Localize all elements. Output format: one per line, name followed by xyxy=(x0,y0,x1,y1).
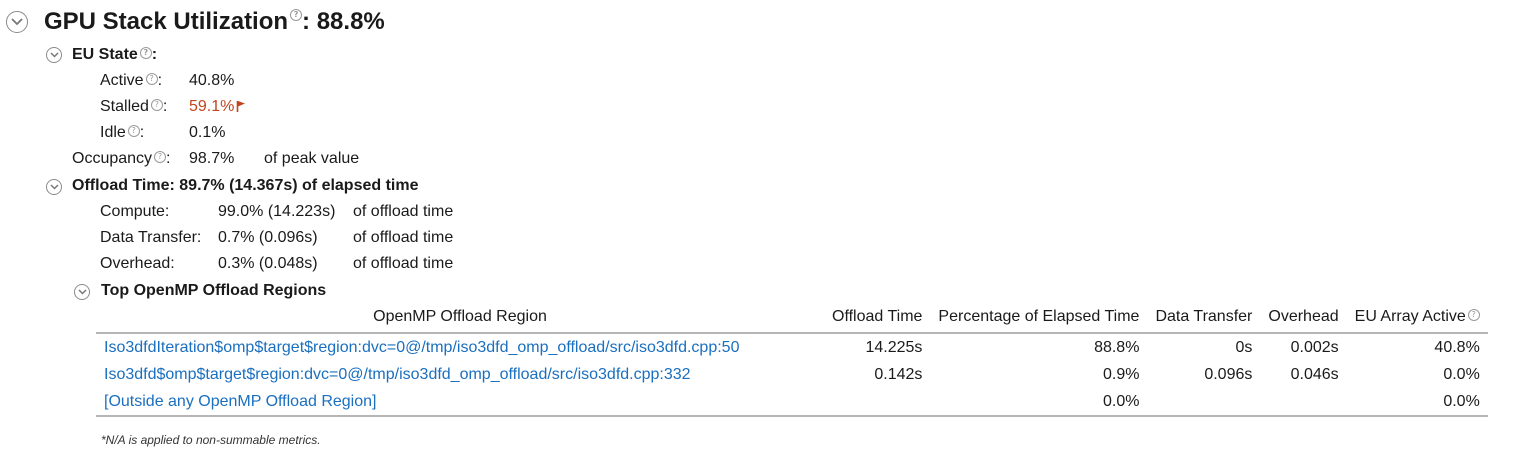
gpu-stack-title: GPU Stack Utilization xyxy=(44,8,289,35)
metric-active: Active?: xyxy=(100,72,162,90)
cell-eu-active: 0.0% xyxy=(1443,366,1480,383)
page-title: GPU Stack Utilization?: 88.8% xyxy=(44,8,385,36)
collapse-regions-toggle[interactable] xyxy=(74,284,90,300)
chevron-down-icon xyxy=(49,52,59,58)
regions-table: OpenMP Offload Region Offload Time Perce… xyxy=(96,304,1488,417)
collapse-gpu-stack-toggle[interactable] xyxy=(6,11,28,33)
metric-occupancy: Occupancy?: xyxy=(72,150,171,168)
metric-occupancy-suffix: of peak value xyxy=(264,150,360,167)
cell-offload-time xyxy=(824,388,930,416)
column-header-eu-active-label: EU Array Active xyxy=(1354,308,1466,325)
help-icon[interactable]: ? xyxy=(290,9,303,21)
cell-eu-active: 0.0% xyxy=(1443,393,1480,410)
offload-data-transfer-value: 0.7% (0.096s) xyxy=(218,229,318,246)
metric-label: Active xyxy=(100,72,144,89)
column-header-pct-elapsed[interactable]: Percentage of Elapsed Time xyxy=(930,304,1147,333)
gpu-stack-value: : 88.8% xyxy=(302,8,385,35)
offload-data-transfer-label: Data Transfer: xyxy=(100,229,202,246)
help-icon[interactable]: ? xyxy=(127,125,140,137)
eu-state-heading: EU State?: xyxy=(72,46,157,64)
metric-label: Stalled xyxy=(100,98,149,115)
help-icon[interactable]: ? xyxy=(1467,309,1480,321)
region-link[interactable]: [Outside any OpenMP Offload Region] xyxy=(96,388,824,416)
metric-idle-value: 0.1% xyxy=(189,124,226,141)
cell-pct-elapsed: 0.0% xyxy=(1102,393,1140,410)
help-icon[interactable]: ? xyxy=(154,151,167,163)
chevron-down-icon xyxy=(77,289,87,295)
chevron-down-icon xyxy=(49,184,59,190)
cell-offload-time: 0.142s xyxy=(874,366,923,383)
offload-data-transfer-suffix: of offload time xyxy=(353,229,454,246)
cell-eu-active: 40.8% xyxy=(1434,339,1480,356)
regions-heading: Top OpenMP Offload Regions xyxy=(101,282,327,299)
footnote: *N/A is applied to non-summable metrics. xyxy=(101,433,321,447)
metric-active-value: 40.8% xyxy=(189,72,235,89)
cell-pct-elapsed: 88.8% xyxy=(1094,339,1140,356)
region-link-text[interactable]: Iso3dfd$omp$target$region:dvc=0@/tmp/iso… xyxy=(104,366,691,383)
metric-label: Occupancy xyxy=(72,150,153,167)
metric-colon: : xyxy=(166,150,171,167)
offload-overhead-suffix: of offload time xyxy=(353,255,454,272)
table-row: Iso3dfdIteration$omp$target$region:dvc=0… xyxy=(96,333,1488,361)
eu-state-title: EU State xyxy=(72,46,138,63)
metric-idle: Idle?: xyxy=(100,124,144,142)
metric-stalled-value-wrap: 59.1% xyxy=(189,98,246,116)
table-row: Iso3dfd$omp$target$region:dvc=0@/tmp/iso… xyxy=(96,361,1488,388)
collapse-offload-time-toggle[interactable] xyxy=(46,179,62,195)
offload-compute-suffix: of offload time xyxy=(353,203,454,220)
offload-compute-value: 99.0% (14.223s) xyxy=(218,203,336,220)
cell-pct-elapsed: 0.9% xyxy=(1102,366,1140,383)
cell-overhead: 0.002s xyxy=(1290,339,1339,356)
metric-colon: : xyxy=(157,72,163,89)
help-icon[interactable]: ? xyxy=(150,99,163,111)
help-icon[interactable]: ? xyxy=(145,73,158,85)
cell-data-transfer xyxy=(1147,388,1260,416)
table-header-row: OpenMP Offload Region Offload Time Perce… xyxy=(96,304,1488,333)
cell-data-transfer: 0s xyxy=(1235,339,1253,356)
region-link[interactable]: Iso3dfd$omp$target$region:dvc=0@/tmp/iso… xyxy=(96,361,824,388)
metric-occupancy-value: 98.7% xyxy=(189,150,235,167)
offload-overhead-label: Overhead: xyxy=(100,255,175,272)
metric-label: Idle xyxy=(100,124,126,141)
help-icon[interactable]: ? xyxy=(139,47,152,59)
offload-overhead-value: 0.3% (0.048s) xyxy=(218,255,318,272)
metric-colon: : xyxy=(162,98,168,115)
metric-stalled-value: 59.1% xyxy=(189,98,235,115)
collapse-eu-state-toggle[interactable] xyxy=(46,47,62,63)
column-header-eu-active[interactable]: EU Array Active? xyxy=(1347,304,1488,333)
region-link[interactable]: Iso3dfdIteration$omp$target$region:dvc=0… xyxy=(96,333,824,361)
offload-compute-label: Compute: xyxy=(100,203,170,220)
region-link-text[interactable]: [Outside any OpenMP Offload Region] xyxy=(104,393,376,410)
cell-overhead xyxy=(1260,388,1346,416)
cell-overhead: 0.046s xyxy=(1290,366,1339,383)
cell-offload-time: 14.225s xyxy=(865,339,923,356)
chevron-down-icon xyxy=(11,18,23,26)
column-header-offload-time[interactable]: Offload Time xyxy=(824,304,930,333)
column-header-overhead[interactable]: Overhead xyxy=(1260,304,1346,333)
cell-data-transfer: 0.096s xyxy=(1204,366,1253,383)
region-link-text[interactable]: Iso3dfdIteration$omp$target$region:dvc=0… xyxy=(104,339,739,356)
offload-time-heading: Offload Time: 89.7% (14.367s) of elapsed… xyxy=(72,177,419,194)
flag-icon[interactable] xyxy=(236,100,246,112)
metric-stalled: Stalled?: xyxy=(100,98,167,116)
column-header-region[interactable]: OpenMP Offload Region xyxy=(96,304,824,333)
column-header-data-transfer[interactable]: Data Transfer xyxy=(1147,304,1260,333)
metric-colon: : xyxy=(139,124,145,141)
table-row: [Outside any OpenMP Offload Region] 0.0%… xyxy=(96,388,1488,416)
eu-state-colon: : xyxy=(151,46,158,63)
